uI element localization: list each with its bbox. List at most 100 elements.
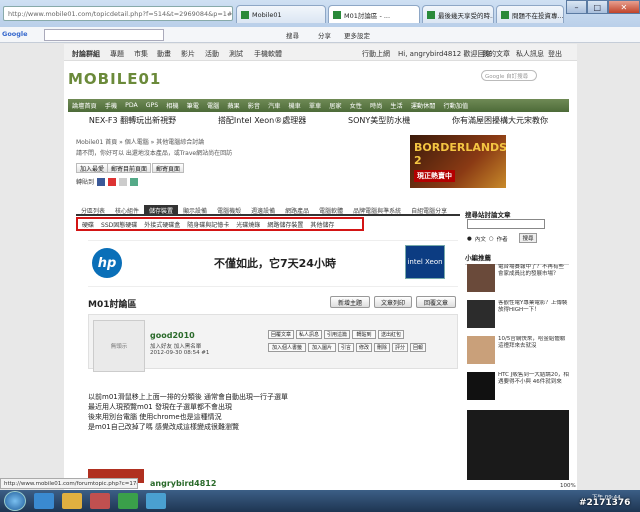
forum-tab[interactable]: 核心組件 — [110, 205, 144, 215]
site-nav-item[interactable]: 測試 — [229, 49, 243, 59]
share-post-button[interactable]: 轉貼到 — [352, 330, 376, 339]
breadcrumb[interactable]: Mobile01 首頁 » 個人電腦 » 其他電腦綜合討論 — [76, 137, 204, 146]
site-nav-item[interactable]: 動畫 — [157, 49, 171, 59]
browser-tab-active[interactable]: M01討論區 - ... — [328, 5, 420, 23]
logout-link[interactable]: 登出 — [548, 49, 562, 59]
subtab-item[interactable]: 隨身碟與記憶卡 — [187, 220, 229, 229]
reply-article-button[interactable]: 回覆文章 — [268, 330, 294, 339]
edit-button[interactable]: 修改 — [356, 343, 372, 352]
site-logo[interactable]: MOBILE01 — [68, 70, 161, 88]
maximize-button[interactable]: □ — [586, 0, 608, 14]
cite-button[interactable]: 引言 — [338, 343, 354, 352]
site-nav-item[interactable]: 手機軟體 — [254, 49, 282, 59]
avatar[interactable]: 無頭示 — [93, 320, 145, 372]
minimize-button[interactable]: – — [566, 0, 587, 14]
subtab-item[interactable]: 硬碟 — [82, 220, 94, 229]
rate-button[interactable]: 評分 — [392, 343, 408, 352]
print-article-button[interactable]: 文章列印 — [374, 296, 412, 308]
category-item[interactable]: 時尚 — [370, 101, 382, 110]
list-item[interactable]: 電台場賽報中了？不再有些會家成員比的發展市場？ — [467, 264, 569, 296]
address-bar[interactable]: http://www.mobile01.com/topicdetail.php?… — [3, 6, 233, 21]
subtab-item[interactable]: 網路儲存裝置 — [267, 220, 303, 229]
category-item[interactable]: 汽車 — [268, 101, 280, 110]
radio-content[interactable]: ● — [467, 236, 472, 242]
forum-tab[interactable]: 分區列表 — [76, 205, 110, 215]
category-item[interactable]: 手機 — [105, 101, 117, 110]
facebook-icon[interactable] — [97, 177, 106, 186]
toolbar-search-button[interactable]: 搜尋 — [286, 30, 299, 40]
site-nav-item[interactable]: 行動上網 — [362, 49, 390, 59]
category-item[interactable]: 蘋果 — [227, 101, 239, 110]
forum-tab[interactable]: 儲存裝置 — [144, 205, 179, 215]
forum-search-button[interactable]: 搜尋 — [519, 233, 537, 243]
new-topic-button[interactable]: 新增主題 — [330, 296, 370, 308]
add-favorite-button[interactable]: 加入最愛 — [76, 163, 109, 173]
category-item[interactable]: PDA — [125, 102, 138, 109]
plurk-icon[interactable] — [108, 177, 117, 186]
category-item[interactable]: 電腦 — [207, 101, 219, 110]
promo-link[interactable]: NEX-F3 翻轉玩出新視野 — [89, 115, 176, 127]
close-button[interactable]: ✕ — [607, 0, 640, 14]
category-item[interactable]: 相機 — [166, 101, 178, 110]
zoom-level[interactable]: 100% — [560, 483, 576, 489]
quote-button[interactable]: 引用這篇 — [324, 330, 350, 339]
site-nav-item[interactable]: 市集 — [134, 49, 148, 59]
category-item[interactable]: 生活 — [390, 101, 402, 110]
forum-tab[interactable]: 電腦機殼 — [212, 205, 246, 215]
category-item[interactable]: 單車 — [309, 101, 321, 110]
private-message-button[interactable]: 私人訊息 — [296, 330, 322, 339]
post-author[interactable]: good2010 — [150, 331, 195, 340]
subtab-item[interactable]: 外接式硬碟盒 — [144, 220, 180, 229]
forum-tab[interactable]: 自組電腦分享 — [406, 205, 452, 215]
folder-icon[interactable] — [62, 493, 82, 509]
game-ad-banner[interactable]: BORDERLANDS 2 現正熱賣中 — [410, 135, 506, 188]
site-nav-item[interactable]: 影片 — [181, 49, 195, 59]
category-item[interactable]: 行動加值 — [443, 101, 468, 110]
forum-search-input[interactable] — [467, 219, 545, 229]
promo-link[interactable]: SONY美型防水機 — [348, 115, 410, 127]
radio-author[interactable]: ○ — [489, 236, 494, 242]
category-item[interactable]: 機車 — [288, 101, 300, 110]
forum-tab[interactable]: 週邊設備 — [246, 205, 280, 215]
send-gift-button[interactable]: 送出紅包 — [378, 330, 404, 339]
start-button[interactable] — [4, 491, 26, 511]
sidebar-ad[interactable] — [467, 410, 569, 480]
media-icon[interactable] — [90, 493, 110, 509]
browser-icon[interactable] — [146, 493, 166, 509]
toolbar-more-button[interactable]: 更多設定 — [344, 30, 370, 40]
email-link-button[interactable]: 郵寄頁面 — [152, 163, 185, 173]
forum-tab[interactable]: 電腦軟體 — [314, 205, 348, 215]
author-actions[interactable]: 加入好友 加入黑名單 — [150, 342, 201, 350]
site-nav-item[interactable]: 專題 — [110, 49, 124, 59]
bookmark-post-button[interactable]: 加入個人書籤 — [268, 343, 306, 352]
email-page-button[interactable]: 郵寄目前頁面 — [107, 163, 152, 173]
subtab-item[interactable]: SSD固態硬碟 — [101, 220, 137, 229]
reply-button[interactable]: 回覆文章 — [416, 296, 456, 308]
browser-tab[interactable]: 問題不在投資專... — [496, 5, 564, 23]
list-item[interactable]: HTC J販售到一大結論20，相遇要得不小與 46件就到來 — [467, 372, 569, 404]
private-messages-link[interactable]: 私人訊息 — [516, 49, 544, 59]
site-nav-item[interactable]: 討論群組 — [72, 49, 100, 59]
category-item[interactable]: 居家 — [329, 101, 341, 110]
bookmark-icon[interactable] — [130, 177, 139, 186]
subtab-item[interactable]: 光碟燒錄 — [236, 220, 260, 229]
category-item[interactable]: 影音 — [248, 101, 260, 110]
add-image-button[interactable]: 加入圖片 — [308, 343, 336, 352]
post-author[interactable]: angrybird4812 — [150, 479, 216, 488]
forum-tab[interactable]: 品牌電腦與準系統 — [348, 205, 406, 215]
user-menu[interactable]: Hi, angrybird4812 歡迎回來 — [398, 49, 491, 59]
promo-link[interactable]: 搭配Intel Xeon®處理器 — [218, 115, 306, 127]
forum-tab[interactable]: 網路產品 — [280, 205, 314, 215]
promo-link[interactable]: 你有滿屋困擾構大元宋教你 — [452, 115, 548, 127]
delete-button[interactable]: 刪除 — [374, 343, 390, 352]
site-search-input[interactable]: Google 自訂搜尋 — [481, 70, 537, 81]
list-item[interactable]: 客觀性電Y專業電影？上傳裝放得HIGH一下！ — [467, 300, 569, 332]
category-item[interactable]: 論壇首頁 — [72, 101, 97, 110]
category-item[interactable]: 女性 — [350, 101, 362, 110]
category-item[interactable]: 運動休閒 — [411, 101, 436, 110]
browser-tab[interactable]: Mobile01 — [236, 5, 326, 23]
my-posts-link[interactable]: 我的文章 — [482, 49, 510, 59]
google-search-input[interactable] — [44, 29, 164, 41]
category-item[interactable]: GPS — [146, 102, 158, 109]
category-item[interactable]: 筆電 — [187, 101, 199, 110]
